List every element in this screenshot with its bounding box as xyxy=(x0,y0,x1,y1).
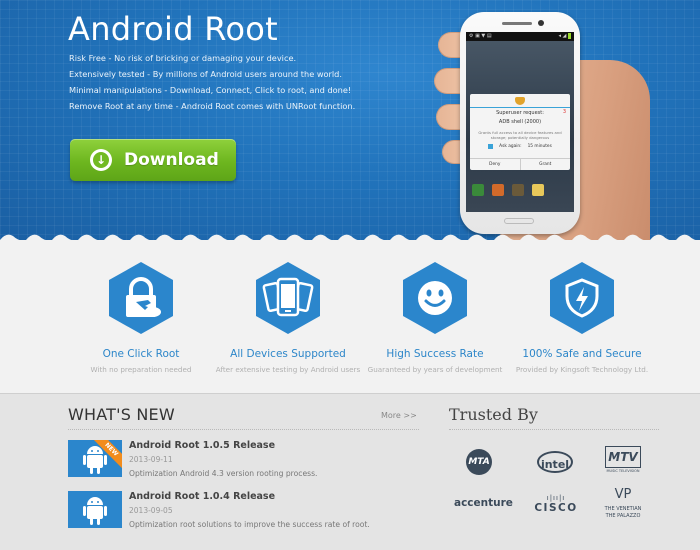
news-description: Optimization root solutions to improve t… xyxy=(129,520,370,529)
status-bar: ⚙ ▣ ▼ ▤ ◂ ◢ xyxy=(466,32,574,41)
divider xyxy=(449,429,659,430)
divider xyxy=(68,429,419,430)
feature-safe-secure: 100% Safe and Secure Provided by Kingsof… xyxy=(497,262,667,374)
email-app-icon xyxy=(532,184,544,196)
feature-subtitle: With no preparation needed xyxy=(90,365,192,374)
venetian-palazzo-logo: VP THE VENETIAN THE PALAZZO xyxy=(604,487,642,519)
phone-camera xyxy=(538,20,544,26)
feature-all-devices: All Devices Supported After extensive te… xyxy=(203,262,373,374)
android-icon xyxy=(83,497,107,525)
news-item[interactable]: NEW Android Root 1.0.5 Release 2013-09-1… xyxy=(68,440,428,480)
more-link[interactable]: More >> xyxy=(381,411,417,420)
feature-subtitle: Provided by Kingsoft Technology Ltd. xyxy=(515,365,649,374)
feature-title: One Click Root xyxy=(102,348,180,360)
mta-logo: MTA xyxy=(466,449,492,475)
mtv-logo: MTV MUSIC TELEVISION xyxy=(605,446,641,476)
feature-title: 100% Safe and Secure xyxy=(522,348,642,360)
shield-bolt-icon xyxy=(550,262,614,334)
arrow-down-circle-icon: ↓ xyxy=(90,149,112,171)
download-button[interactable]: ↓ Download xyxy=(70,139,236,181)
news-description: Optimization Android 4.3 version rooting… xyxy=(129,469,318,478)
hero-banner: Android Root Risk Free - No risk of bric… xyxy=(0,0,700,240)
phone-dock xyxy=(472,184,544,196)
cisco-logo: ı|ıı|ı cisco xyxy=(534,494,578,514)
feature-title: All Devices Supported xyxy=(230,348,346,360)
phone-speaker xyxy=(502,22,532,25)
hero-line: Minimal manipulations - Download, Connec… xyxy=(69,85,352,95)
hero-line: Remove Root at any time - Android Root c… xyxy=(69,101,356,111)
intel-logo: intel xyxy=(537,451,573,473)
ask-again-value: 15 minutes xyxy=(527,144,552,149)
devices-icon xyxy=(256,262,320,334)
skype-app-icon xyxy=(512,184,524,196)
feature-subtitle: Guaranteed by years of development xyxy=(367,365,503,374)
lock-click-icon xyxy=(109,262,173,334)
contacts-app-icon xyxy=(492,184,504,196)
feature-title: High Success Rate xyxy=(386,348,484,360)
deny-button: Deny xyxy=(489,162,501,167)
whats-new-heading: WHAT'S NEW xyxy=(68,405,175,424)
hero-line: Extensively tested - By millions of Andr… xyxy=(69,69,342,79)
superuser-logo-icon xyxy=(515,97,525,105)
phone-home-button xyxy=(504,218,534,224)
features-section: One Click Root With no preparation neede… xyxy=(0,240,700,394)
news-date: 2013-09-11 xyxy=(129,455,173,464)
news-item[interactable]: Android Root 1.0.4 Release 2013-09-05 Op… xyxy=(68,491,428,531)
feature-subtitle: After extensive testing by Android users xyxy=(215,365,361,374)
news-title[interactable]: Android Root 1.0.5 Release xyxy=(129,440,275,451)
smiley-icon xyxy=(403,262,467,334)
news-title[interactable]: Android Root 1.0.4 Release xyxy=(129,491,275,502)
ask-again-label: Ask again: xyxy=(499,144,522,149)
trusted-by-heading: Trusted By xyxy=(449,405,538,424)
news-thumbnail: NEW xyxy=(68,440,122,477)
checkbox-icon xyxy=(488,144,494,149)
feature-one-click-root: One Click Root With no preparation neede… xyxy=(56,262,226,374)
accenture-logo: accenture xyxy=(454,497,513,509)
hero-title: Android Root xyxy=(68,10,278,48)
phone-screen: ⚙ ▣ ▼ ▤ ◂ ◢ Superuser request: 3 ADB shel… xyxy=(466,32,574,212)
feature-high-success: High Success Rate Guaranteed by years of… xyxy=(350,262,520,374)
grant-button: Grant xyxy=(519,159,571,170)
superuser-dialog: Superuser request: 3 ADB shell (2000) Gr… xyxy=(470,94,570,170)
dialog-description: Grants full access to all device feature… xyxy=(478,130,562,140)
dialog-count: 3 xyxy=(562,109,566,115)
phone-app-icon xyxy=(472,184,484,196)
hero-line: Risk Free - No risk of bricking or damag… xyxy=(69,53,297,63)
phone-image: ⚙ ▣ ▼ ▤ ◂ ◢ Superuser request: 3 ADB shel… xyxy=(460,12,580,234)
download-label: Download xyxy=(124,150,219,170)
hero-feature-list: Risk Free - No risk of bricking or damag… xyxy=(69,50,355,114)
news-date: 2013-09-05 xyxy=(129,506,173,515)
news-thumbnail xyxy=(68,491,122,528)
dialog-app: ADB shell (2000) xyxy=(498,119,542,125)
dialog-title: Superuser request: xyxy=(496,110,544,116)
